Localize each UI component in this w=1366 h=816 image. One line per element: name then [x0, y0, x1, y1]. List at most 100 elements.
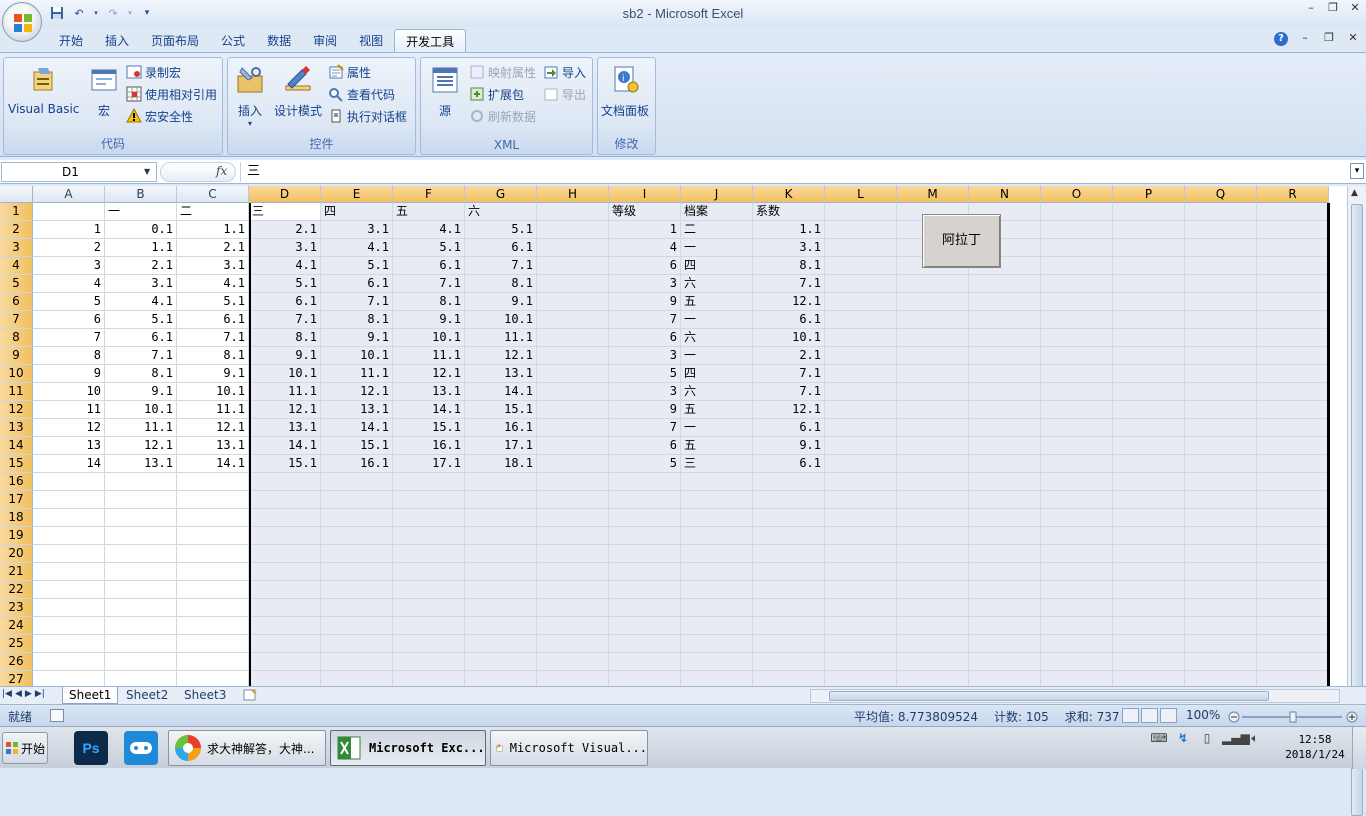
column-header[interactable]: R	[1257, 186, 1329, 203]
cell[interactable]: 10.1	[465, 311, 537, 329]
cell[interactable]: 9.1	[465, 293, 537, 311]
horizontal-scroll-thumb[interactable]	[829, 691, 1269, 701]
cell[interactable]: 6.1	[393, 257, 465, 275]
cell[interactable]	[393, 527, 465, 545]
cell[interactable]	[465, 671, 537, 686]
cell[interactable]: 5.1	[393, 239, 465, 257]
cell[interactable]	[1041, 599, 1113, 617]
cell[interactable]: 8.1	[177, 347, 249, 365]
cell[interactable]	[753, 527, 825, 545]
cell[interactable]	[681, 671, 753, 686]
cell[interactable]	[1257, 329, 1329, 347]
cell[interactable]	[825, 509, 897, 527]
cell[interactable]	[1185, 275, 1257, 293]
cell[interactable]	[897, 563, 969, 581]
select-all-corner[interactable]	[0, 186, 33, 203]
column-header[interactable]: E	[321, 186, 393, 203]
cell[interactable]	[465, 491, 537, 509]
cell[interactable]: 1.1	[753, 221, 825, 239]
cell[interactable]	[321, 545, 393, 563]
row-header[interactable]: 8	[0, 329, 33, 347]
cell[interactable]: 3	[33, 257, 105, 275]
import-button[interactable]: 导入	[543, 62, 586, 82]
cell[interactable]: 15.1	[393, 419, 465, 437]
cell[interactable]	[1041, 437, 1113, 455]
cell[interactable]	[1185, 473, 1257, 491]
cell[interactable]: 9.1	[753, 437, 825, 455]
insert-control-button[interactable]: 插入 ▾	[234, 64, 266, 128]
cell[interactable]	[897, 617, 969, 635]
cell[interactable]: 一	[681, 311, 753, 329]
cell[interactable]	[753, 545, 825, 563]
cell[interactable]: 9	[33, 365, 105, 383]
cell[interactable]	[393, 599, 465, 617]
cell[interactable]: 6	[609, 437, 681, 455]
cell[interactable]	[897, 635, 969, 653]
cell[interactable]: 四	[681, 365, 753, 383]
cell[interactable]: 14.1	[321, 419, 393, 437]
cell[interactable]: 12.1	[465, 347, 537, 365]
cell[interactable]: 14	[33, 455, 105, 473]
cell[interactable]	[105, 527, 177, 545]
cell[interactable]	[1185, 635, 1257, 653]
cell[interactable]	[825, 239, 897, 257]
next-sheet-icon[interactable]: ▶	[25, 689, 32, 699]
cell[interactable]	[897, 275, 969, 293]
save-icon[interactable]	[48, 4, 66, 22]
cell[interactable]	[825, 257, 897, 275]
cell[interactable]	[897, 509, 969, 527]
cell[interactable]	[1041, 311, 1113, 329]
cell[interactable]	[537, 293, 609, 311]
cell[interactable]: 4.1	[321, 239, 393, 257]
cell[interactable]	[1041, 671, 1113, 686]
cell[interactable]	[465, 527, 537, 545]
column-header[interactable]: P	[1113, 186, 1185, 203]
cell[interactable]: 2.1	[249, 221, 321, 239]
row-header[interactable]: 13	[0, 419, 33, 437]
cell[interactable]	[825, 311, 897, 329]
cell[interactable]: 6.1	[753, 419, 825, 437]
row-header[interactable]: 25	[0, 635, 33, 653]
cell[interactable]	[969, 365, 1041, 383]
visual-basic-button[interactable]: Visual Basic	[8, 64, 79, 116]
cell[interactable]	[897, 365, 969, 383]
cell[interactable]: 1.1	[105, 239, 177, 257]
cell[interactable]	[609, 545, 681, 563]
cell[interactable]	[609, 473, 681, 491]
cell[interactable]	[393, 653, 465, 671]
cell[interactable]: 15.1	[321, 437, 393, 455]
cell[interactable]: 档案	[681, 203, 753, 221]
cell[interactable]	[1113, 509, 1185, 527]
cell[interactable]	[1185, 365, 1257, 383]
cell[interactable]: 5.1	[177, 293, 249, 311]
cell[interactable]	[969, 653, 1041, 671]
cell[interactable]	[1041, 239, 1113, 257]
cell[interactable]	[1185, 563, 1257, 581]
cell[interactable]	[1113, 239, 1185, 257]
task-vba-editor[interactable]: Microsoft Visual...	[490, 730, 648, 766]
cell[interactable]	[249, 581, 321, 599]
cell[interactable]: 12.1	[105, 437, 177, 455]
cell[interactable]	[825, 221, 897, 239]
cell[interactable]	[249, 527, 321, 545]
cell[interactable]: 13.1	[393, 383, 465, 401]
cell[interactable]: 6.1	[105, 329, 177, 347]
cell[interactable]	[825, 527, 897, 545]
cell[interactable]	[537, 239, 609, 257]
column-header[interactable]: A	[33, 186, 105, 203]
xml-source-button[interactable]: 源	[429, 64, 461, 119]
tab-view[interactable]: 视图	[348, 29, 394, 53]
cell[interactable]	[321, 671, 393, 686]
game-controller-icon[interactable]	[124, 731, 158, 765]
cell[interactable]	[249, 653, 321, 671]
cell[interactable]	[393, 509, 465, 527]
cell[interactable]	[969, 581, 1041, 599]
cell[interactable]	[321, 581, 393, 599]
cell[interactable]: 6	[609, 329, 681, 347]
cell[interactable]	[537, 653, 609, 671]
cell[interactable]: 3	[609, 347, 681, 365]
tab-review[interactable]: 审阅	[302, 29, 348, 53]
cell[interactable]: 12	[33, 419, 105, 437]
cell[interactable]	[321, 563, 393, 581]
cell[interactable]	[969, 275, 1041, 293]
